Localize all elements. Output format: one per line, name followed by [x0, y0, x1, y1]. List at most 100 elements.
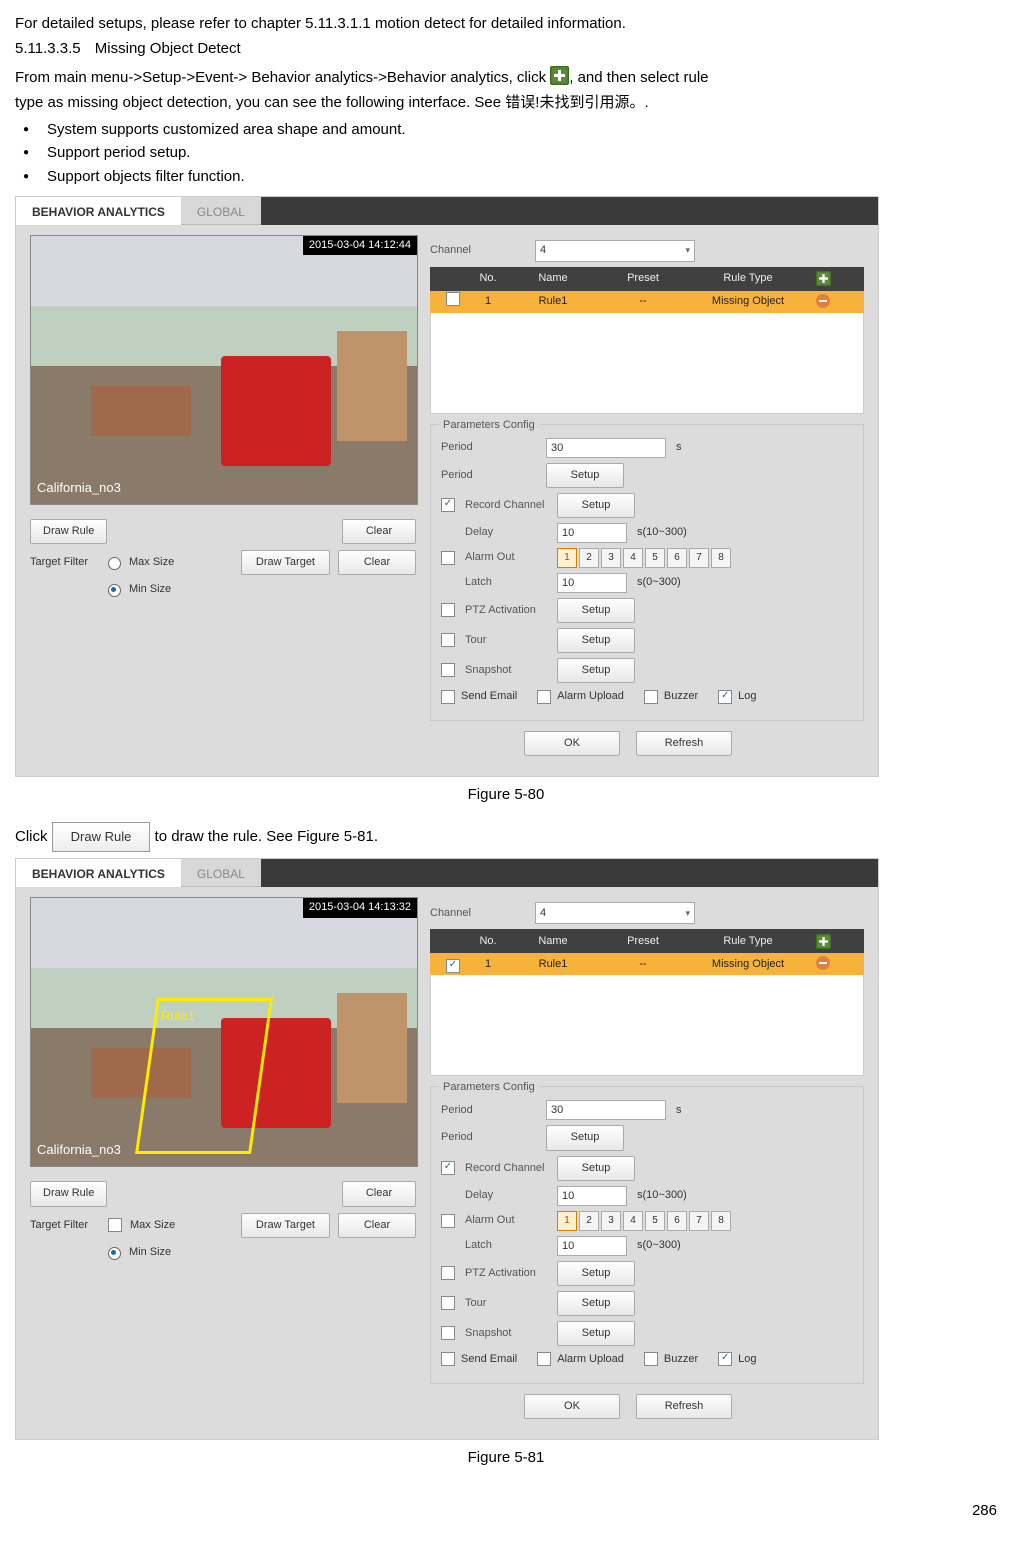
alarm-out-channels: 1 2 3 4 5 6 7 8: [557, 548, 731, 568]
channel-select[interactable]: 4: [535, 902, 695, 924]
tour-checkbox[interactable]: [441, 633, 455, 647]
ptz-setup-button[interactable]: Setup: [557, 598, 635, 623]
rule-row[interactable]: 1 Rule1 -- Missing Object: [430, 953, 864, 975]
feature-item: Support objects filter function.: [15, 165, 997, 188]
add-rule-icon[interactable]: [815, 934, 830, 949]
record-channel-setup-button[interactable]: Setup: [557, 1156, 635, 1181]
tab-global[interactable]: GLOBAL: [181, 197, 261, 225]
max-size-checkbox[interactable]: [108, 1218, 122, 1232]
rule-region-label: Rule1: [161, 1006, 195, 1026]
alarm-upload-checkbox[interactable]: [537, 1352, 551, 1366]
refresh-button[interactable]: Refresh: [636, 1394, 732, 1419]
latch-input[interactable]: 10: [557, 573, 627, 593]
alarm-ch-7[interactable]: 7: [689, 1211, 709, 1231]
rule-row[interactable]: 1 Rule1 -- Missing Object: [430, 291, 864, 313]
period-input[interactable]: 30: [546, 1100, 666, 1120]
clear-target-button[interactable]: Clear: [338, 1213, 416, 1238]
buzzer-checkbox[interactable]: [644, 690, 658, 704]
tour-checkbox[interactable]: [441, 1296, 455, 1310]
video-preview: Rule1 2015-03-04 14:13:32 California_no3: [30, 897, 418, 1167]
tour-setup-button[interactable]: Setup: [557, 628, 635, 653]
ok-button[interactable]: OK: [524, 731, 620, 756]
channel-select[interactable]: 4: [535, 240, 695, 262]
draw-rule-button[interactable]: Draw Rule: [30, 519, 107, 544]
rules-table-header: No. Name Preset Rule Type: [430, 267, 864, 291]
alarm-ch-4[interactable]: 4: [623, 1211, 643, 1231]
clear-button[interactable]: Clear: [342, 1181, 416, 1206]
alarm-ch-2[interactable]: 2: [579, 548, 599, 568]
refresh-button[interactable]: Refresh: [636, 731, 732, 756]
snapshot-setup-button[interactable]: Setup: [557, 1321, 635, 1346]
rule-enable-checkbox[interactable]: [446, 959, 460, 973]
alarm-ch-8[interactable]: 8: [711, 1211, 731, 1231]
figure-caption-80: Figure 5-80: [15, 783, 997, 806]
record-channel-setup-button[interactable]: Setup: [557, 493, 635, 518]
send-email-checkbox[interactable]: [441, 1352, 455, 1366]
latch-input[interactable]: 10: [557, 1236, 627, 1256]
screenshot-figure-5-81: BEHAVIOR ANALYTICS GLOBAL Rule1 2015-03-…: [15, 858, 879, 1439]
rule-enable-checkbox[interactable]: [446, 292, 460, 306]
alarm-ch-8[interactable]: 8: [711, 548, 731, 568]
mid-instruction: Click Draw Rule to draw the rule. See Fi…: [15, 822, 997, 852]
alarm-ch-6[interactable]: 6: [667, 548, 687, 568]
clear-button[interactable]: Clear: [342, 519, 416, 544]
alarm-ch-3[interactable]: 3: [601, 1211, 621, 1231]
alarm-out-channels: 1 2 3 4 5 6 7 8: [557, 1211, 731, 1231]
draw-target-button[interactable]: Draw Target: [241, 550, 330, 575]
ptz-checkbox[interactable]: [441, 1266, 455, 1280]
alarm-upload-checkbox[interactable]: [537, 690, 551, 704]
ptz-checkbox[interactable]: [441, 603, 455, 617]
min-size-radio[interactable]: [108, 584, 121, 597]
max-size-label: Max Size: [130, 1217, 175, 1234]
draw-target-button[interactable]: Draw Target: [241, 1213, 330, 1238]
tab-behavior-analytics[interactable]: BEHAVIOR ANALYTICS: [16, 197, 181, 225]
alarm-out-checkbox[interactable]: [441, 1214, 455, 1228]
delay-input[interactable]: 10: [557, 1186, 627, 1206]
delay-input[interactable]: 10: [557, 523, 627, 543]
alarm-ch-1[interactable]: 1: [557, 548, 577, 568]
remove-rule-icon[interactable]: [816, 956, 830, 970]
alarm-ch-5[interactable]: 5: [645, 1211, 665, 1231]
record-channel-checkbox[interactable]: [441, 498, 455, 512]
clear-target-button[interactable]: Clear: [338, 550, 416, 575]
nav-line-1: From main menu->Setup->Event-> Behavior …: [15, 63, 997, 89]
buzzer-checkbox[interactable]: [644, 1352, 658, 1366]
camera-label: California_no3: [37, 1140, 121, 1160]
log-checkbox[interactable]: [718, 690, 732, 704]
video-timestamp: 2015-03-04 14:13:32: [303, 898, 417, 917]
alarm-out-checkbox[interactable]: [441, 551, 455, 565]
alarm-ch-1[interactable]: 1: [557, 1211, 577, 1231]
remove-rule-icon[interactable]: [816, 294, 830, 308]
alarm-ch-4[interactable]: 4: [623, 548, 643, 568]
send-email-checkbox[interactable]: [441, 690, 455, 704]
feature-list: System supports customized area shape an…: [15, 118, 997, 188]
period-setup-button[interactable]: Setup: [546, 463, 624, 488]
max-size-radio[interactable]: [108, 557, 121, 570]
max-size-label: Max Size: [129, 554, 174, 571]
page-number: 286: [15, 1499, 997, 1522]
alarm-ch-7[interactable]: 7: [689, 548, 709, 568]
draw-rule-button[interactable]: Draw Rule: [30, 1181, 107, 1206]
target-filter-label: Target Filter: [30, 1217, 100, 1234]
log-checkbox[interactable]: [718, 1352, 732, 1366]
period-setup-button[interactable]: Setup: [546, 1125, 624, 1150]
ok-button[interactable]: OK: [524, 1394, 620, 1419]
alarm-ch-5[interactable]: 5: [645, 548, 665, 568]
alarm-ch-6[interactable]: 6: [667, 1211, 687, 1231]
ptz-setup-button[interactable]: Setup: [557, 1261, 635, 1286]
tab-global[interactable]: GLOBAL: [181, 859, 261, 887]
snapshot-checkbox[interactable]: [441, 1326, 455, 1340]
period-input[interactable]: 30: [546, 438, 666, 458]
video-timestamp: 2015-03-04 14:12:44: [303, 236, 417, 255]
alarm-ch-2[interactable]: 2: [579, 1211, 599, 1231]
snapshot-setup-button[interactable]: Setup: [557, 658, 635, 683]
target-filter-label: Target Filter: [30, 554, 100, 571]
alarm-ch-3[interactable]: 3: [601, 548, 621, 568]
camera-label: California_no3: [37, 478, 121, 498]
tab-behavior-analytics[interactable]: BEHAVIOR ANALYTICS: [16, 859, 181, 887]
add-rule-icon[interactable]: [815, 271, 830, 286]
snapshot-checkbox[interactable]: [441, 663, 455, 677]
tour-setup-button[interactable]: Setup: [557, 1291, 635, 1316]
min-size-radio[interactable]: [108, 1247, 121, 1260]
record-channel-checkbox[interactable]: [441, 1161, 455, 1175]
